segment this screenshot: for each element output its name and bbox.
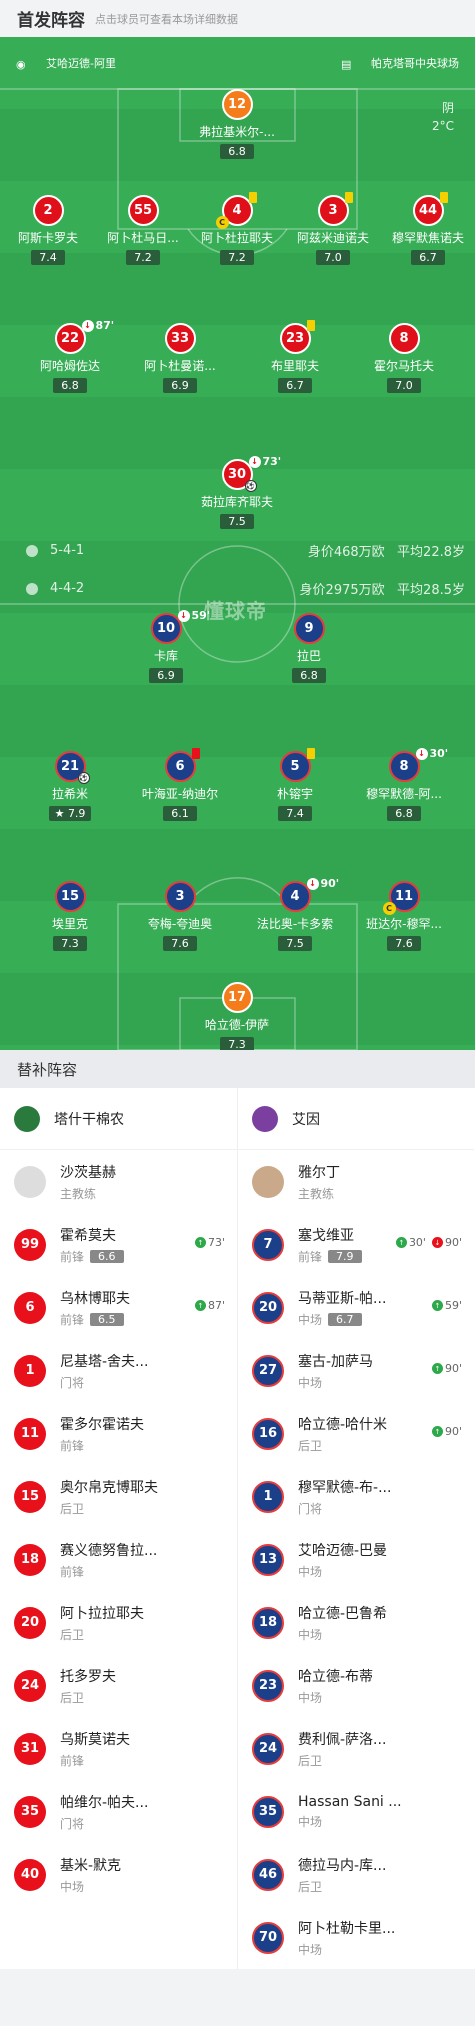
sub-out-icon: ↓ <box>306 877 319 890</box>
sub-out-icon: ↓ <box>415 747 428 760</box>
subs-title: 替补阵容 <box>0 1050 475 1088</box>
sub-player[interactable]: 20 阿卜拉拉耶夫 后卫 <box>0 1591 237 1654</box>
stadium-icon: ▤ <box>341 58 352 71</box>
away-player[interactable]: 8 ↓ 30' 穆罕默德-阿... 6.8 <box>344 747 464 821</box>
stadium-name: 帕克塔哥中央球场 <box>371 57 459 70</box>
sub-player[interactable]: 27 塞古-加萨马 中场 ↑ 90' <box>238 1339 474 1402</box>
temperature: 2°C <box>431 119 454 133</box>
subs-panel: 塔什干棉农 沙茨基赫 主教练 99 霍希莫夫 前锋 6.6 ↑ 73' 6 乌林博耶夫 前锋 6.… <box>0 1088 475 1969</box>
sub-player[interactable]: 35 Hassan Sani ... 中场 <box>238 1780 474 1843</box>
away-team-row[interactable]: 艾因 <box>238 1088 474 1150</box>
sub-player[interactable]: 1 穆罕默德-布-... 门将 <box>238 1465 474 1528</box>
away-subs: 艾因 雅尔丁 主教练 7 塞戈维亚 前锋 7.9 ↑ 30' ↓ 90' 20 马蒂亚斯-帕...… <box>237 1088 474 1969</box>
captain-icon: C <box>382 902 396 915</box>
weather-condition: 阴 <box>441 101 454 115</box>
home-team-info: 5-4-1 身价468万欧 平均22.8岁 <box>0 541 475 560</box>
home-team-row[interactable]: 塔什干棉农 <box>0 1088 237 1150</box>
sub-player[interactable]: 6 乌林博耶夫 前锋 6.5 ↑ 87' <box>0 1276 237 1339</box>
lineup-subtitle: 点击球员可查看本场详细数据 <box>95 12 238 26</box>
home-player[interactable]: 22 ↓ 87' 阿哈姆佐达 6.8 <box>10 319 130 393</box>
sub-player[interactable]: 7 塞戈维亚 前锋 7.9 ↑ 30' ↓ 90' <box>238 1213 474 1276</box>
sub-out-indicator: ↓ 90' <box>306 877 339 890</box>
match-info-bar: ◉ 艾哈迈德-阿里 ▤ 帕克塔哥中央球场 <box>0 37 475 89</box>
lineup-header: 首发阵容 点击球员可查看本场详细数据 <box>0 0 475 37</box>
away-team-icon <box>26 582 38 595</box>
sub-in-icon: ↑ <box>431 1300 443 1311</box>
sub-player[interactable]: 20 马蒂亚斯-帕... 中场 6.7 ↑ 59' <box>238 1276 474 1339</box>
home-player[interactable]: 30 ↓ 73' ⚽ 茹拉库齐耶夫 7.5 <box>177 455 297 529</box>
yellow-card-icon <box>306 320 315 331</box>
sub-in-icon: ↑ <box>194 1300 206 1311</box>
sub-player[interactable]: 46 德拉马内-库... 后卫 <box>238 1843 474 1906</box>
star-icon: ★ <box>54 807 65 820</box>
home-team-icon <box>26 544 38 557</box>
sub-player[interactable]: 40 基米-默克 中场 <box>0 1843 237 1906</box>
home-team-logo-icon <box>14 1105 40 1132</box>
sub-in-icon: ↑ <box>431 1363 443 1374</box>
sub-player[interactable]: 31 乌斯莫诺夫 前锋 <box>0 1717 237 1780</box>
coach-avatar-icon <box>252 1165 284 1198</box>
sub-player[interactable]: 23 哈立德-布蒂 中场 <box>238 1654 474 1717</box>
away-player[interactable]: 3 夸梅-夸迪奥 7.6 <box>120 881 240 951</box>
goal-ball-icon: ⚽ <box>77 772 90 784</box>
sub-player[interactable]: 1 尼基塔-舍夫... 门将 <box>0 1339 237 1402</box>
captain-icon: C <box>215 216 229 229</box>
away-player[interactable]: 6 叶海亚-纳迪尔 6.1 <box>120 748 240 821</box>
sub-out-icon: ↓ <box>248 455 261 468</box>
sub-player[interactable]: 18 哈立德-巴鲁希 中场 <box>238 1591 474 1654</box>
sub-player[interactable]: 13 艾哈迈德-巴曼 中场 <box>238 1528 474 1591</box>
sub-out-indicator: ↓ 30' <box>415 747 448 760</box>
sub-out-indicator: ↓ 87' <box>81 319 114 332</box>
sub-out-icon: ↓ <box>81 319 94 332</box>
away-player[interactable]: 10 ↓ 59' 卡库 6.9 <box>106 609 226 683</box>
sub-player[interactable]: 18 赛义德努鲁拉... 前锋 <box>0 1528 237 1591</box>
star-rating: ★ 7.9 <box>48 806 92 821</box>
referee-name: 艾哈迈德-阿里 <box>46 57 116 70</box>
sub-player[interactable]: 15 奥尔帛克博耶夫 后卫 <box>0 1465 237 1528</box>
sub-in-icon: ↑ <box>431 1426 443 1437</box>
sub-player[interactable]: 70 阿卜杜勒卡里... 中场 <box>238 1906 474 1969</box>
sub-in-icon: ↑ <box>194 1237 206 1248</box>
away-player[interactable]: 11 C 班达尔-穆罕... 7.6 <box>344 881 464 951</box>
away-player[interactable]: 21 ⚽ 拉希米 ★ 7.9 <box>10 751 130 821</box>
yellow-card-icon <box>344 192 353 203</box>
home-player[interactable]: 23 布里耶夫 6.7 <box>235 320 355 393</box>
sub-player[interactable]: 16 哈立德-哈什米 后卫 ↑ 90' <box>238 1402 474 1465</box>
sub-out-indicator: ↓ 59' <box>177 609 210 622</box>
home-subs: 塔什干棉农 沙茨基赫 主教练 99 霍希莫夫 前锋 6.6 ↑ 73' 6 乌林博耶夫 前锋 6.… <box>0 1088 237 1969</box>
away-player[interactable]: 4 ↓ 90' 法比奥-卡多索 7.5 <box>235 877 355 951</box>
lineup-title: 首发阵容 <box>17 11 85 31</box>
home-player[interactable]: 33 阿卜杜曼诺... 6.9 <box>120 323 240 393</box>
whistle-icon: ◉ <box>16 58 26 71</box>
away-coach[interactable]: 雅尔丁 主教练 <box>238 1150 474 1213</box>
away-player[interactable]: 5 朴镕宇 7.4 <box>235 748 355 821</box>
sub-player[interactable]: 24 费利佩-萨洛... 后卫 <box>238 1717 474 1780</box>
coach-avatar-icon <box>14 1165 46 1198</box>
home-player[interactable]: 8 霍尔马托夫 7.0 <box>344 323 464 393</box>
sub-player[interactable]: 11 霍多尔霍诺夫 前锋 <box>0 1402 237 1465</box>
home-player[interactable]: 12 弗拉基米尔-... 6.8 <box>177 89 297 159</box>
sub-out-indicator: ↓ 73' <box>248 455 281 468</box>
weather: 阴 2°C <box>432 99 454 135</box>
goal-ball-icon: ⚽ <box>244 480 257 492</box>
sub-player[interactable]: 99 霍希莫夫 前锋 6.6 ↑ 73' <box>0 1213 237 1276</box>
sub-out-icon: ↓ <box>431 1237 443 1248</box>
pitch: ◉ 艾哈迈德-阿里 ▤ 帕克塔哥中央球场 阴 2°C 懂球帝 12 弗拉基米尔-...… <box>0 37 475 1050</box>
away-team-logo-icon <box>252 1105 278 1132</box>
yellow-card-icon <box>306 748 315 759</box>
sub-out-icon: ↓ <box>177 609 190 622</box>
sub-in-icon: ↑ <box>395 1237 407 1248</box>
away-player[interactable]: 17 哈立德-伊萨 7.3 <box>177 982 297 1050</box>
sub-player[interactable]: 24 托多罗夫 后卫 <box>0 1654 237 1717</box>
home-coach[interactable]: 沙茨基赫 主教练 <box>0 1150 237 1213</box>
away-player[interactable]: 9 拉巴 6.8 <box>249 613 369 683</box>
red-card-icon <box>191 748 200 759</box>
yellow-card-icon <box>439 192 448 203</box>
sub-player[interactable]: 35 帕维尔-帕夫... 门将 <box>0 1780 237 1843</box>
away-team-info: 4-4-2 身价2975万欧 平均28.5岁 <box>0 579 475 598</box>
yellow-card-icon <box>248 192 257 203</box>
away-player[interactable]: 15 埃里克 7.3 <box>10 881 130 951</box>
home-player[interactable]: 44 穆罕默焦诺夫 6.7 <box>368 192 475 265</box>
